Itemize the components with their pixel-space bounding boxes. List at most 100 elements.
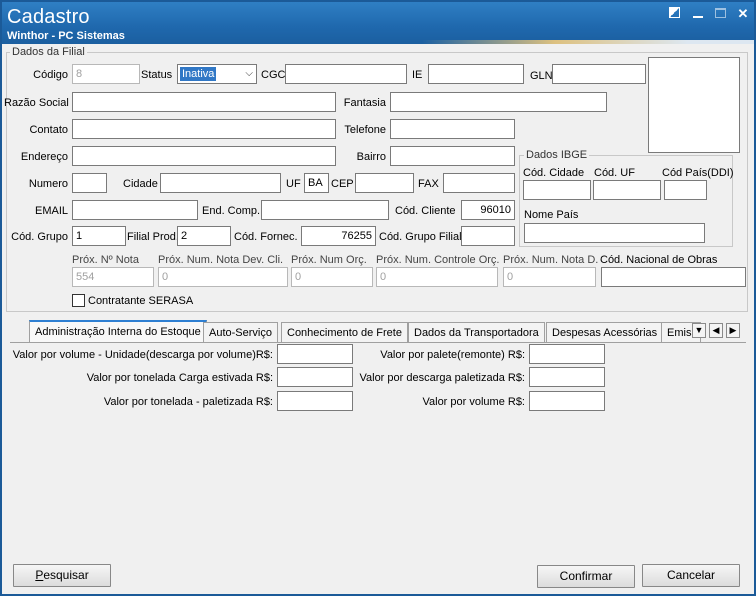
- fax-field[interactable]: [443, 173, 515, 193]
- valor-volume-label: Valor por volume R$:: [422, 396, 525, 408]
- logo-image-box[interactable]: [648, 57, 740, 153]
- pesquisar-button[interactable]: Pesquisar: [13, 564, 111, 587]
- prox-nota-dev-label: Próx. Num. Nota Dev. Cli.: [158, 254, 284, 266]
- codigo-field[interactable]: 8: [72, 64, 140, 84]
- cod-grupo-label: Cód. Grupo: [11, 231, 68, 243]
- razao-social-label: Razão Social: [4, 97, 69, 109]
- tab-conhecimento-frete[interactable]: Conhecimento de Frete: [281, 322, 408, 342]
- filial-prod-field[interactable]: 2: [177, 226, 231, 246]
- chevron-down-icon: ⌵: [245, 68, 253, 79]
- cod-nacional-obras-label: Cód. Nacional de Obras: [600, 254, 718, 266]
- filial-group-title: Dados da Filial: [10, 46, 87, 58]
- tab-scroll-right-icon[interactable]: ▶: [726, 323, 740, 338]
- cod-fornec-label: Cód. Fornec.: [234, 231, 298, 243]
- codigo-label: Código: [33, 69, 68, 81]
- email-label: EMAIL: [34, 205, 68, 217]
- title-decoration: [422, 40, 754, 44]
- pesquisar-button-label: esquisar: [43, 568, 89, 582]
- close-icon[interactable]: ✕: [735, 6, 751, 22]
- prox-nota-d-label: Próx. Num. Nota D.: [503, 254, 599, 266]
- cod-uf-field[interactable]: [593, 180, 661, 200]
- prox-controle-label: Próx. Num. Controle Orç.: [376, 254, 500, 266]
- contratante-serasa-checkbox[interactable]: [72, 294, 85, 307]
- nome-pais-label: Nome País: [524, 209, 579, 221]
- window-title: Cadastro: [7, 6, 90, 28]
- cod-nacional-obras-field[interactable]: [601, 267, 746, 287]
- cod-cliente-field[interactable]: 96010: [461, 200, 515, 220]
- cgc-label: CGC: [261, 69, 286, 81]
- ie-field[interactable]: [428, 64, 524, 84]
- fantasia-label: Fantasia: [343, 97, 386, 109]
- cod-pais-field[interactable]: [664, 180, 707, 200]
- numero-field[interactable]: [72, 173, 107, 193]
- prox-controle-field[interactable]: 0: [376, 267, 498, 287]
- telefone-field[interactable]: [390, 119, 515, 139]
- ibge-group-title: Dados IBGE: [524, 149, 590, 161]
- fantasia-field[interactable]: [390, 92, 607, 112]
- tab-administracao-estoque[interactable]: Administração Interna do Estoque: [29, 320, 207, 342]
- valor-tonelada-carga-label: Valor por tonelada Carga estivada R$:: [86, 372, 273, 384]
- tab-auto-servico[interactable]: Auto-Serviço: [203, 322, 278, 342]
- bairro-field[interactable]: [390, 146, 515, 166]
- end-comp-field[interactable]: [261, 200, 389, 220]
- fax-label: FAX: [418, 178, 439, 190]
- valor-palete-label: Valor por palete(remonte) R$:: [380, 349, 525, 361]
- prox-orc-label: Próx. Num Orç.: [291, 254, 367, 266]
- maximize-icon[interactable]: [712, 6, 728, 22]
- valor-tonelada-paletizada-label: Valor por tonelada - paletizada R$:: [103, 396, 273, 408]
- tab-dados-transportadora[interactable]: Dados da Transportadora: [408, 322, 545, 342]
- valor-palete-field[interactable]: [529, 344, 605, 364]
- endereco-label: Endereço: [20, 151, 68, 163]
- cod-grupo-filial-label: Cód. Grupo Filial: [379, 231, 462, 243]
- valor-descarga-paletizada-label: Valor por descarga paletizada R$:: [359, 372, 525, 384]
- contato-label: Contato: [29, 124, 68, 136]
- contratante-serasa-label: Contratante SERASA: [88, 295, 194, 307]
- telefone-label: Telefone: [344, 124, 386, 136]
- cidade-field[interactable]: [160, 173, 281, 193]
- cod-cidade-field[interactable]: [523, 180, 591, 200]
- status-value: Inativa: [180, 67, 217, 81]
- valor-volume-field[interactable]: [529, 391, 605, 411]
- contato-field[interactable]: [72, 119, 336, 139]
- status-label: Status: [141, 69, 173, 81]
- prox-nota-dev-field[interactable]: 0: [158, 267, 288, 287]
- razao-social-field[interactable]: [72, 92, 336, 112]
- prox-nota-label: Próx. Nº Nota: [72, 254, 139, 266]
- cod-grupo-field[interactable]: 1: [72, 226, 126, 246]
- cidade-label: Cidade: [123, 178, 158, 190]
- gln-field[interactable]: [552, 64, 646, 84]
- numero-label: Numero: [28, 178, 68, 190]
- cancelar-button[interactable]: Cancelar: [642, 564, 740, 587]
- prox-nota-field[interactable]: 554: [72, 267, 154, 287]
- cod-cliente-label: Cód. Cliente: [395, 205, 456, 217]
- nome-pais-field[interactable]: [524, 223, 705, 243]
- cep-field[interactable]: [355, 173, 414, 193]
- filial-prod-label: Filial Prod.: [127, 231, 179, 243]
- cod-uf-label: Cód. UF: [594, 167, 635, 179]
- status-select[interactable]: Inativa ⌵: [177, 64, 257, 84]
- prox-orc-field[interactable]: 0: [291, 267, 373, 287]
- cod-grupo-filial-field[interactable]: [461, 226, 515, 246]
- tab-strip-border: [10, 342, 746, 343]
- minimize-icon[interactable]: [690, 6, 706, 22]
- endereco-field[interactable]: [72, 146, 336, 166]
- end-comp-label: End. Comp.: [202, 205, 261, 217]
- email-field[interactable]: [72, 200, 198, 220]
- valor-volume-unidade-label: Valor por volume - Unidade(descarga por …: [12, 349, 273, 361]
- window-subtitle: Winthor - PC Sistemas: [7, 30, 125, 42]
- uf-label: UF: [286, 178, 301, 190]
- confirmar-button[interactable]: Confirmar: [537, 565, 635, 588]
- title-bar: Cadastro Winthor - PC Sistemas ✕: [2, 2, 754, 44]
- valor-descarga-paletizada-field[interactable]: [529, 367, 605, 387]
- bairro-label: Bairro: [356, 151, 386, 163]
- cgc-field[interactable]: [285, 64, 407, 84]
- tab-scroll-left-icon[interactable]: ◀: [709, 323, 723, 338]
- prox-nota-d-field[interactable]: 0: [503, 267, 596, 287]
- tab-list-dropdown-icon[interactable]: ▼: [692, 323, 706, 338]
- cod-fornec-field[interactable]: 76255: [301, 226, 376, 246]
- gln-label: GLN: [530, 70, 553, 82]
- uf-field[interactable]: BA: [304, 173, 329, 193]
- restore-icon[interactable]: [666, 6, 682, 22]
- tab-despesas-acessorias[interactable]: Despesas Acessórias: [546, 322, 664, 342]
- cadastro-window: Cadastro Winthor - PC Sistemas ✕ Dados d…: [0, 0, 756, 596]
